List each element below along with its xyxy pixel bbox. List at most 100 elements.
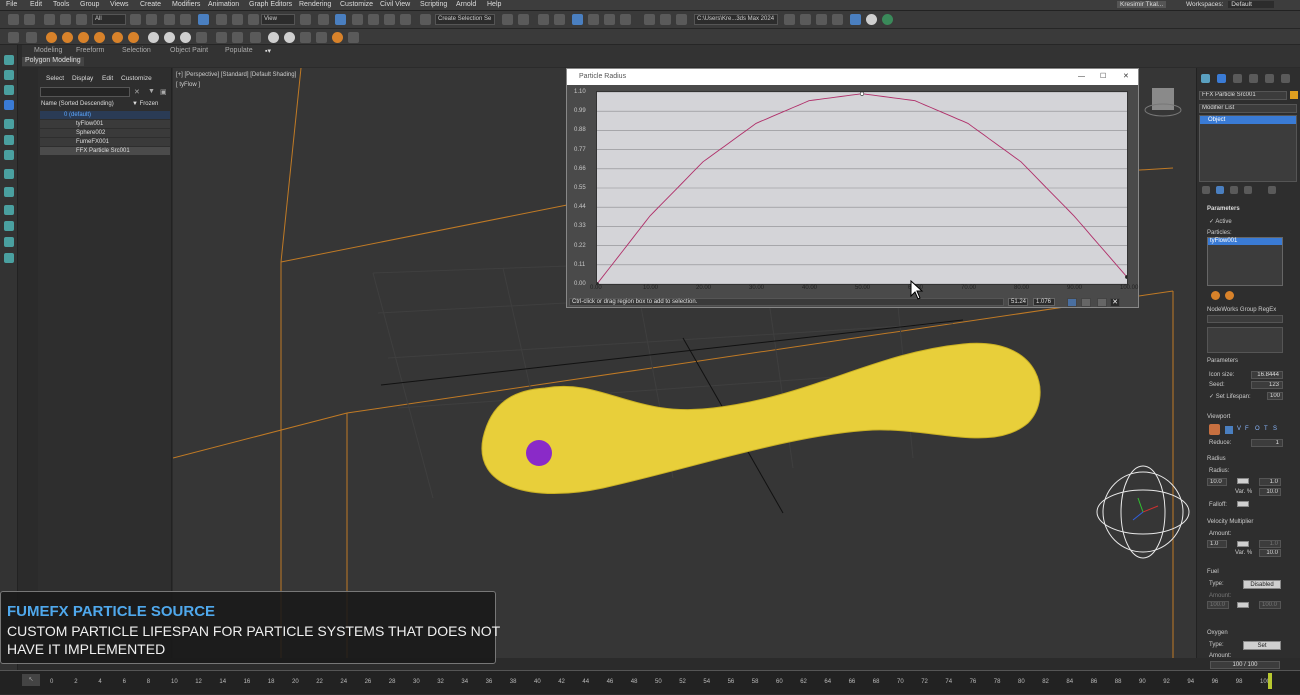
keyboard-shortcut-icon[interactable] bbox=[335, 14, 346, 25]
create-tab-icon[interactable] bbox=[1201, 74, 1210, 83]
fumefx-gizmo-icon[interactable] bbox=[94, 32, 105, 43]
menu-modifiers[interactable]: Modifiers bbox=[172, 1, 200, 8]
modifier-stack-item-object[interactable]: Object bbox=[1200, 116, 1296, 124]
falloff-curve-button[interactable] bbox=[1237, 501, 1249, 507]
display-tab-icon[interactable] bbox=[1265, 74, 1274, 83]
angle-snap-icon[interactable] bbox=[368, 14, 379, 25]
viewport-mode-icon[interactable] bbox=[1225, 426, 1233, 434]
select-object-icon[interactable] bbox=[130, 14, 141, 25]
add-particle-icon[interactable] bbox=[1211, 291, 1220, 300]
parameters-rollout-title[interactable]: Parameters bbox=[1207, 206, 1240, 212]
sphere-icon[interactable] bbox=[164, 32, 175, 43]
material-editor-icon[interactable] bbox=[620, 14, 631, 25]
filter-icon[interactable] bbox=[4, 205, 14, 215]
scene-row-fumefx[interactable]: FumeFX001 bbox=[40, 138, 170, 146]
manipulate-icon[interactable] bbox=[318, 14, 329, 25]
selection-filter-dropdown[interactable]: All bbox=[92, 14, 126, 25]
scene-row-ffx-source[interactable]: FFX Particle Src001 bbox=[40, 147, 170, 155]
render-setup-icon[interactable] bbox=[644, 14, 655, 25]
shirt-icon[interactable] bbox=[300, 32, 311, 43]
rendered-frame-icon[interactable] bbox=[660, 14, 671, 25]
open-explorer-icon[interactable] bbox=[8, 32, 19, 43]
align-icon[interactable] bbox=[518, 14, 529, 25]
close-icon[interactable]: ✕ bbox=[1123, 69, 1129, 85]
scene-row-sphere[interactable]: Sphere002 bbox=[40, 129, 170, 137]
rect-selection-icon[interactable] bbox=[164, 14, 175, 25]
render-icon[interactable] bbox=[676, 14, 687, 25]
fumefx-render-icon[interactable] bbox=[128, 32, 139, 43]
motion-icon[interactable] bbox=[4, 100, 14, 110]
pivot-icon[interactable] bbox=[300, 14, 311, 25]
column-frozen-header[interactable]: ▼ Frozen bbox=[132, 101, 158, 107]
frame-counter[interactable]: 100 / 100 bbox=[1210, 661, 1280, 669]
schematic-view-icon[interactable] bbox=[604, 14, 615, 25]
ribbon-tab-modeling[interactable]: Modeling bbox=[34, 47, 62, 54]
grid-icon[interactable] bbox=[4, 253, 14, 263]
stop-icon[interactable] bbox=[232, 32, 243, 43]
menu-customize[interactable]: Customize bbox=[340, 1, 373, 8]
menu-group[interactable]: Group bbox=[80, 1, 99, 8]
fuel-type-button[interactable]: Disabled bbox=[1243, 580, 1281, 589]
layer-explorer-icon[interactable] bbox=[538, 14, 549, 25]
fumefx-src-icon[interactable] bbox=[78, 32, 89, 43]
ribbon-tab-populate[interactable]: Populate bbox=[225, 47, 253, 54]
reduce-spinner[interactable]: 1 bbox=[1251, 439, 1283, 447]
reference-coord-dropdown[interactable]: View bbox=[261, 14, 295, 25]
globe-icon[interactable] bbox=[148, 32, 159, 43]
undo-icon[interactable] bbox=[8, 14, 19, 25]
list-icon[interactable] bbox=[4, 237, 14, 247]
ribbon-subtab-polygon-modeling[interactable]: Polygon Modeling bbox=[22, 57, 84, 66]
rotate-icon[interactable] bbox=[216, 14, 227, 25]
menu-animation[interactable]: Animation bbox=[208, 1, 239, 8]
fuel-curve-button[interactable] bbox=[1237, 602, 1249, 608]
utilities-tab-icon[interactable] bbox=[1281, 74, 1290, 83]
sphere-object[interactable] bbox=[526, 440, 552, 466]
particles-list-item[interactable]: tyFlow001 bbox=[1208, 238, 1282, 245]
nodeworks-input[interactable] bbox=[1207, 315, 1283, 323]
mirror-icon[interactable] bbox=[502, 14, 513, 25]
fumefx-icon[interactable] bbox=[62, 32, 73, 43]
toggle-ribbon-icon[interactable] bbox=[554, 14, 565, 25]
lock-icon[interactable]: ▣ bbox=[160, 88, 167, 96]
workspaces-dropdown[interactable]: Default bbox=[1228, 1, 1274, 8]
menu-help[interactable]: Help bbox=[487, 1, 501, 8]
menu-rendering[interactable]: Rendering bbox=[299, 1, 331, 8]
radius-var-spinner[interactable]: 10.0 bbox=[1259, 488, 1281, 496]
named-selection-dropdown[interactable]: Create Selection Se bbox=[435, 14, 495, 25]
play-icon[interactable] bbox=[216, 32, 227, 43]
velocity-amount-spinner[interactable]: 1.0 bbox=[1207, 540, 1227, 548]
menu-views[interactable]: Views bbox=[110, 1, 129, 8]
pin-stack-icon[interactable] bbox=[1202, 186, 1210, 194]
viewport-label[interactable]: [+] [Perspective] [Standard] [Default Sh… bbox=[176, 72, 296, 78]
emitter-icon[interactable] bbox=[268, 32, 279, 43]
unlink-icon[interactable] bbox=[60, 14, 71, 25]
minimize-icon[interactable]: — bbox=[1078, 69, 1085, 85]
motion-tab-icon[interactable] bbox=[1249, 74, 1258, 83]
archive-icon[interactable] bbox=[832, 14, 843, 25]
modifier-list-dropdown[interactable]: Modifier List bbox=[1199, 104, 1297, 113]
viewcube[interactable] bbox=[1152, 88, 1174, 110]
particle-cloud[interactable] bbox=[481, 342, 1041, 494]
save-icon[interactable] bbox=[816, 14, 827, 25]
scene-row-tyflow[interactable]: tyFlow001 bbox=[40, 120, 170, 128]
particles-list[interactable]: tyFlow001 bbox=[1207, 237, 1283, 286]
pause-icon[interactable] bbox=[250, 32, 261, 43]
viewport-mode-v[interactable]: V bbox=[1237, 426, 1241, 432]
fumefx-effect-icon[interactable] bbox=[112, 32, 123, 43]
x-value-field[interactable]: 51.24 bbox=[1008, 298, 1028, 306]
paint-icon[interactable] bbox=[26, 32, 37, 43]
viewport-layout-icon[interactable] bbox=[850, 14, 861, 25]
ribbon-options-icon[interactable]: ▪▾ bbox=[265, 47, 271, 55]
utilities-icon[interactable] bbox=[4, 135, 14, 145]
radius-rollout-title[interactable]: Radius bbox=[1207, 456, 1226, 462]
scatter-icon[interactable] bbox=[348, 32, 359, 43]
velocity-rollout-title[interactable]: Velocity Multiplier bbox=[1207, 519, 1253, 525]
planet-icon[interactable] bbox=[180, 32, 191, 43]
active-checkbox[interactable]: ✓ Active bbox=[1209, 218, 1232, 225]
viewport-mode-t[interactable]: T bbox=[1264, 426, 1268, 432]
fuel-rollout-title[interactable]: Fuel bbox=[1207, 569, 1219, 575]
edit-named-sets-icon[interactable] bbox=[420, 14, 431, 25]
percent-snap-icon[interactable] bbox=[384, 14, 395, 25]
make-unique-icon[interactable] bbox=[1230, 186, 1238, 194]
menu-edit[interactable]: Edit bbox=[30, 1, 42, 8]
